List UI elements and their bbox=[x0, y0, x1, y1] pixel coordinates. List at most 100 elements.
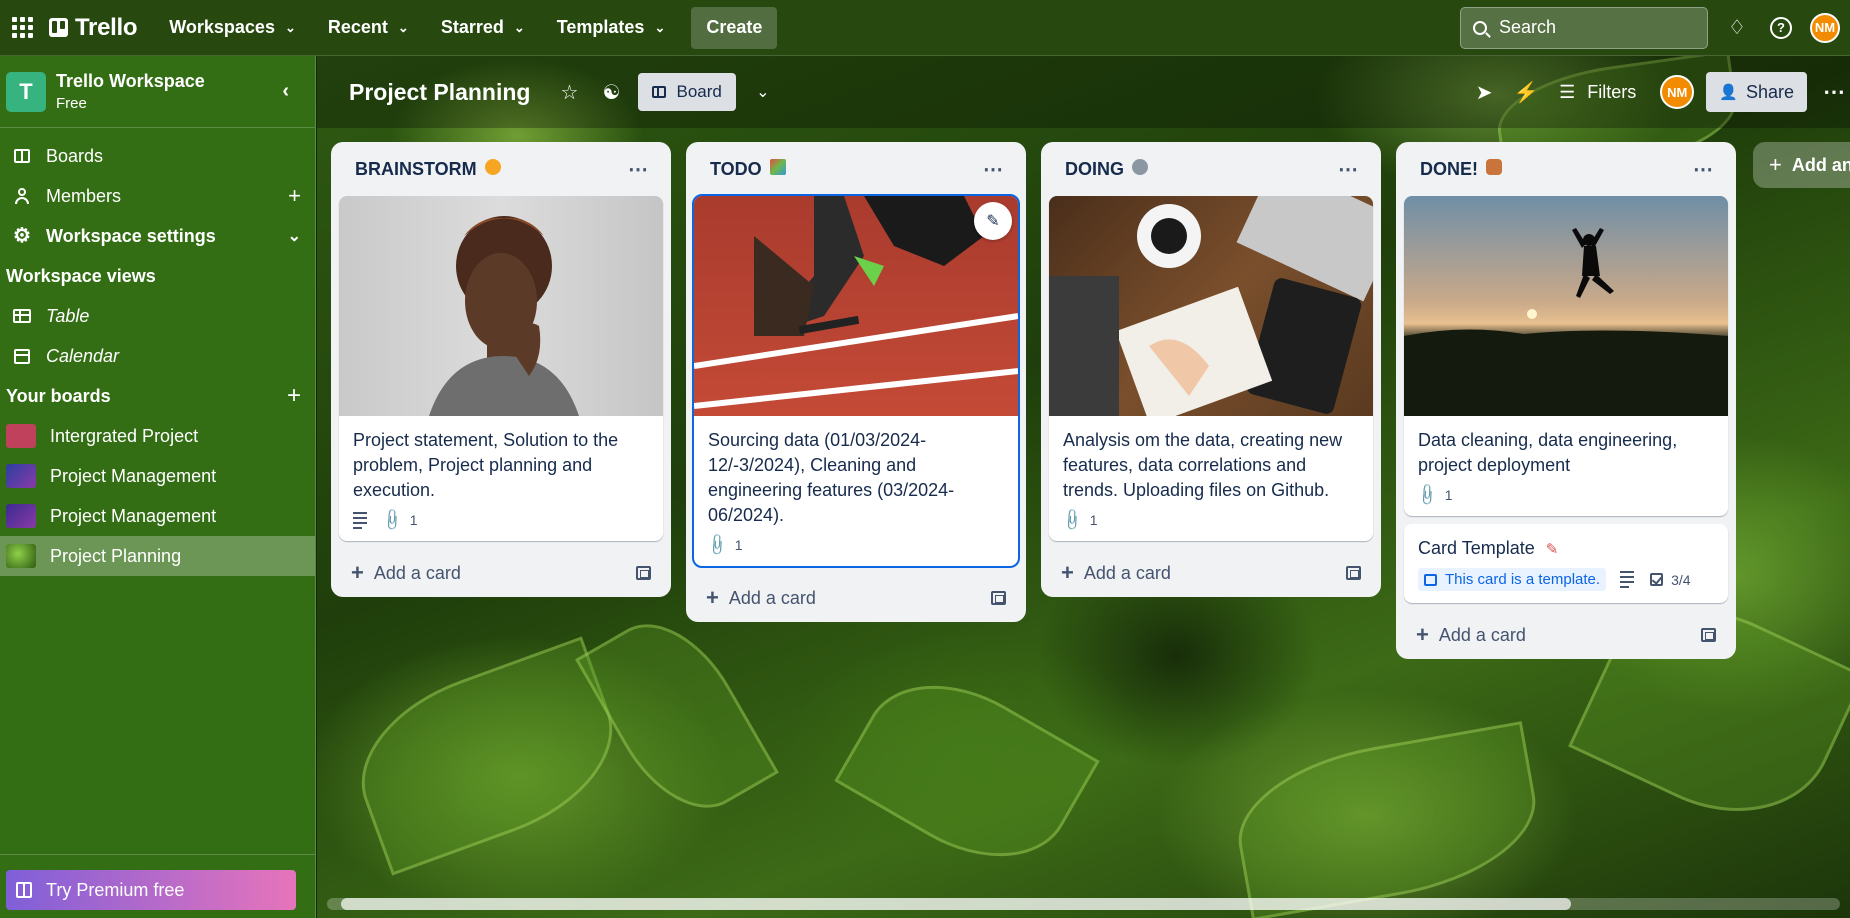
list-menu-icon[interactable]: ⋯ bbox=[1693, 157, 1714, 182]
share-button[interactable]: 👤 Share bbox=[1706, 72, 1807, 112]
account-avatar[interactable]: NM bbox=[1810, 12, 1840, 43]
calendar-icon bbox=[14, 348, 30, 364]
scrollbar-thumb[interactable] bbox=[341, 898, 1571, 910]
sidebar-board-project-management-2[interactable]: Project Management bbox=[0, 496, 315, 536]
create-from-template-icon[interactable] bbox=[991, 591, 1006, 605]
list-menu-icon[interactable]: ⋯ bbox=[628, 157, 649, 182]
background-leaf bbox=[834, 651, 1100, 891]
sidebar-item-label: Calendar bbox=[46, 345, 120, 366]
plus-icon: + bbox=[706, 585, 719, 610]
desk-workspace-illustration bbox=[1049, 196, 1373, 416]
notifications-icon[interactable]: ♢ bbox=[1722, 13, 1752, 43]
edit-card-pencil-icon[interactable]: ✎ bbox=[974, 202, 1012, 240]
recent-menu[interactable]: Recent ⌄ bbox=[316, 8, 421, 48]
gear-emoji-icon bbox=[1132, 159, 1149, 175]
card-cover-image bbox=[1404, 196, 1728, 416]
workspace-sidebar: T Trello Workspace Free ‹ Boards Members… bbox=[0, 56, 316, 918]
heading-label: Your boards bbox=[6, 385, 111, 406]
card-title: Sourcing data (01/03/2024-12/-3/2024), C… bbox=[708, 430, 955, 525]
starred-menu[interactable]: Starred ⌄ bbox=[429, 8, 537, 48]
description-icon bbox=[353, 511, 367, 529]
board-header: Project Planning ☆ ☯ Board ⌄ ➤ ⚡ ☰ Filte… bbox=[317, 56, 1850, 128]
chevron-down-icon: ⌄ bbox=[284, 19, 296, 35]
search-box[interactable] bbox=[1460, 6, 1708, 49]
chevron-down-icon[interactable]: ⌄ bbox=[288, 226, 301, 246]
paperclip-icon: 📎 bbox=[379, 507, 405, 533]
attachment-count: 1 bbox=[1089, 512, 1098, 528]
sidebar-board-project-planning[interactable]: Project Planning bbox=[0, 536, 315, 576]
sidebar-item-label: Intergrated Project bbox=[50, 425, 199, 446]
add-card-button[interactable]: + Add a card bbox=[1041, 549, 1381, 597]
card[interactable]: Project statement, Solution to the probl… bbox=[339, 196, 663, 541]
list-menu-icon[interactable]: ⋯ bbox=[983, 157, 1004, 182]
automation-icon[interactable]: ⚡ bbox=[1511, 77, 1541, 107]
card[interactable]: Analysis om the data, creating new featu… bbox=[1049, 196, 1373, 541]
sidebar-item-label: Members bbox=[46, 185, 122, 206]
horizontal-scrollbar[interactable] bbox=[327, 898, 1840, 910]
sidebar-item-table[interactable]: Table bbox=[0, 296, 315, 336]
add-card-button[interactable]: + Add a card bbox=[686, 574, 1026, 622]
power-ups-icon[interactable]: ➤ bbox=[1469, 77, 1499, 107]
more-options-icon[interactable]: ⋯ bbox=[1823, 79, 1846, 105]
card[interactable]: Data cleaning, data engineering, project… bbox=[1404, 196, 1728, 516]
star-icon[interactable]: ☆ bbox=[554, 77, 584, 107]
workspace-badge[interactable]: T bbox=[6, 71, 46, 112]
create-from-template-icon[interactable] bbox=[636, 566, 651, 580]
card-badges: 📎 1 bbox=[1404, 483, 1728, 516]
help-icon[interactable]: ? bbox=[1766, 13, 1796, 43]
sidebar-item-members[interactable]: Members + bbox=[0, 176, 315, 216]
list-header[interactable]: TODO ⋯ bbox=[686, 142, 1026, 196]
sidebar-item-label: Workspace settings bbox=[46, 225, 216, 246]
template-card[interactable]: Card Template ✎ This card is a template.… bbox=[1404, 524, 1728, 603]
card-title: Card Template ✎ bbox=[1404, 524, 1728, 568]
try-premium-button[interactable]: Try Premium free bbox=[6, 870, 296, 910]
create-from-template-icon[interactable] bbox=[1346, 566, 1361, 580]
sidebar-board-project-management[interactable]: Project Management bbox=[0, 456, 315, 496]
filters-button[interactable]: ☰ Filters bbox=[1559, 82, 1636, 103]
board-member-avatar[interactable]: NM bbox=[1660, 75, 1695, 109]
thinking-emoji-icon bbox=[484, 159, 501, 175]
attachment-badge: 📎 1 bbox=[1059, 508, 1098, 533]
card[interactable]: ✎ Sourcing data (01/03/2024-12/-3/2024),… bbox=[692, 194, 1020, 568]
chevron-down-icon[interactable]: ⌄ bbox=[748, 77, 778, 107]
workspaces-menu[interactable]: Workspaces ⌄ bbox=[157, 8, 308, 48]
templates-menu[interactable]: Templates ⌄ bbox=[545, 8, 678, 48]
attachment-badge: 📎 1 bbox=[1414, 483, 1452, 508]
list-menu-icon[interactable]: ⋯ bbox=[1338, 157, 1359, 182]
add-card-button[interactable]: + Add a card bbox=[331, 549, 671, 597]
board-view-button[interactable]: Board bbox=[638, 73, 736, 111]
workspace-name[interactable]: Trello Workspace bbox=[56, 71, 205, 92]
sidebar-item-workspace-settings[interactable]: ⚙ Workspace settings ⌄ bbox=[0, 216, 315, 256]
background-leaf bbox=[1226, 721, 1548, 918]
memo-emoji-icon: ✎ bbox=[1545, 541, 1559, 558]
add-board-icon[interactable]: + bbox=[287, 382, 301, 410]
add-card-label: Add a card bbox=[373, 562, 461, 583]
workspace-views-heading: Workspace views bbox=[0, 256, 315, 296]
list-title: DOING bbox=[1065, 158, 1125, 179]
attachment-count: 1 bbox=[409, 512, 418, 528]
add-card-button[interactable]: + Add a card bbox=[1396, 611, 1736, 659]
collapse-sidebar-icon[interactable]: ‹ bbox=[282, 80, 289, 103]
create-from-template-icon[interactable] bbox=[1701, 628, 1716, 642]
plus-icon: + bbox=[1769, 152, 1782, 177]
sidebar-item-boards[interactable]: Boards bbox=[0, 136, 315, 176]
app-switcher-icon[interactable] bbox=[11, 17, 33, 39]
list-done: DONE! ⋯ Data cleaning, data engineering,… bbox=[1396, 142, 1736, 659]
add-member-icon[interactable]: + bbox=[288, 183, 301, 209]
board-title[interactable]: Project Planning bbox=[349, 79, 530, 106]
add-another-list-button[interactable]: + Add an bbox=[1753, 142, 1850, 188]
create-button[interactable]: Create bbox=[691, 6, 778, 49]
card-cover-image bbox=[1049, 196, 1373, 416]
sidebar-board-intergrated-project[interactable]: Intergrated Project bbox=[0, 416, 315, 456]
list-header[interactable]: DONE! ⋯ bbox=[1396, 142, 1736, 196]
search-input[interactable] bbox=[1499, 17, 1699, 38]
sidebar-item-label: Project Management bbox=[50, 505, 217, 526]
workspace-visibility-icon[interactable]: ☯ bbox=[596, 77, 626, 107]
sidebar-item-calendar[interactable]: Calendar bbox=[0, 336, 315, 376]
list-todo: TODO ⋯ ✎ Sourcing data (01/03/2024-12/-3… bbox=[686, 142, 1026, 622]
trello-logo[interactable]: Trello bbox=[49, 14, 138, 42]
list-header[interactable]: BRAINSTORM ⋯ bbox=[331, 142, 671, 196]
list-header[interactable]: DOING ⋯ bbox=[1041, 142, 1381, 196]
chevron-down-icon: ⌄ bbox=[513, 19, 525, 35]
premium-label: Try Premium free bbox=[46, 879, 185, 900]
